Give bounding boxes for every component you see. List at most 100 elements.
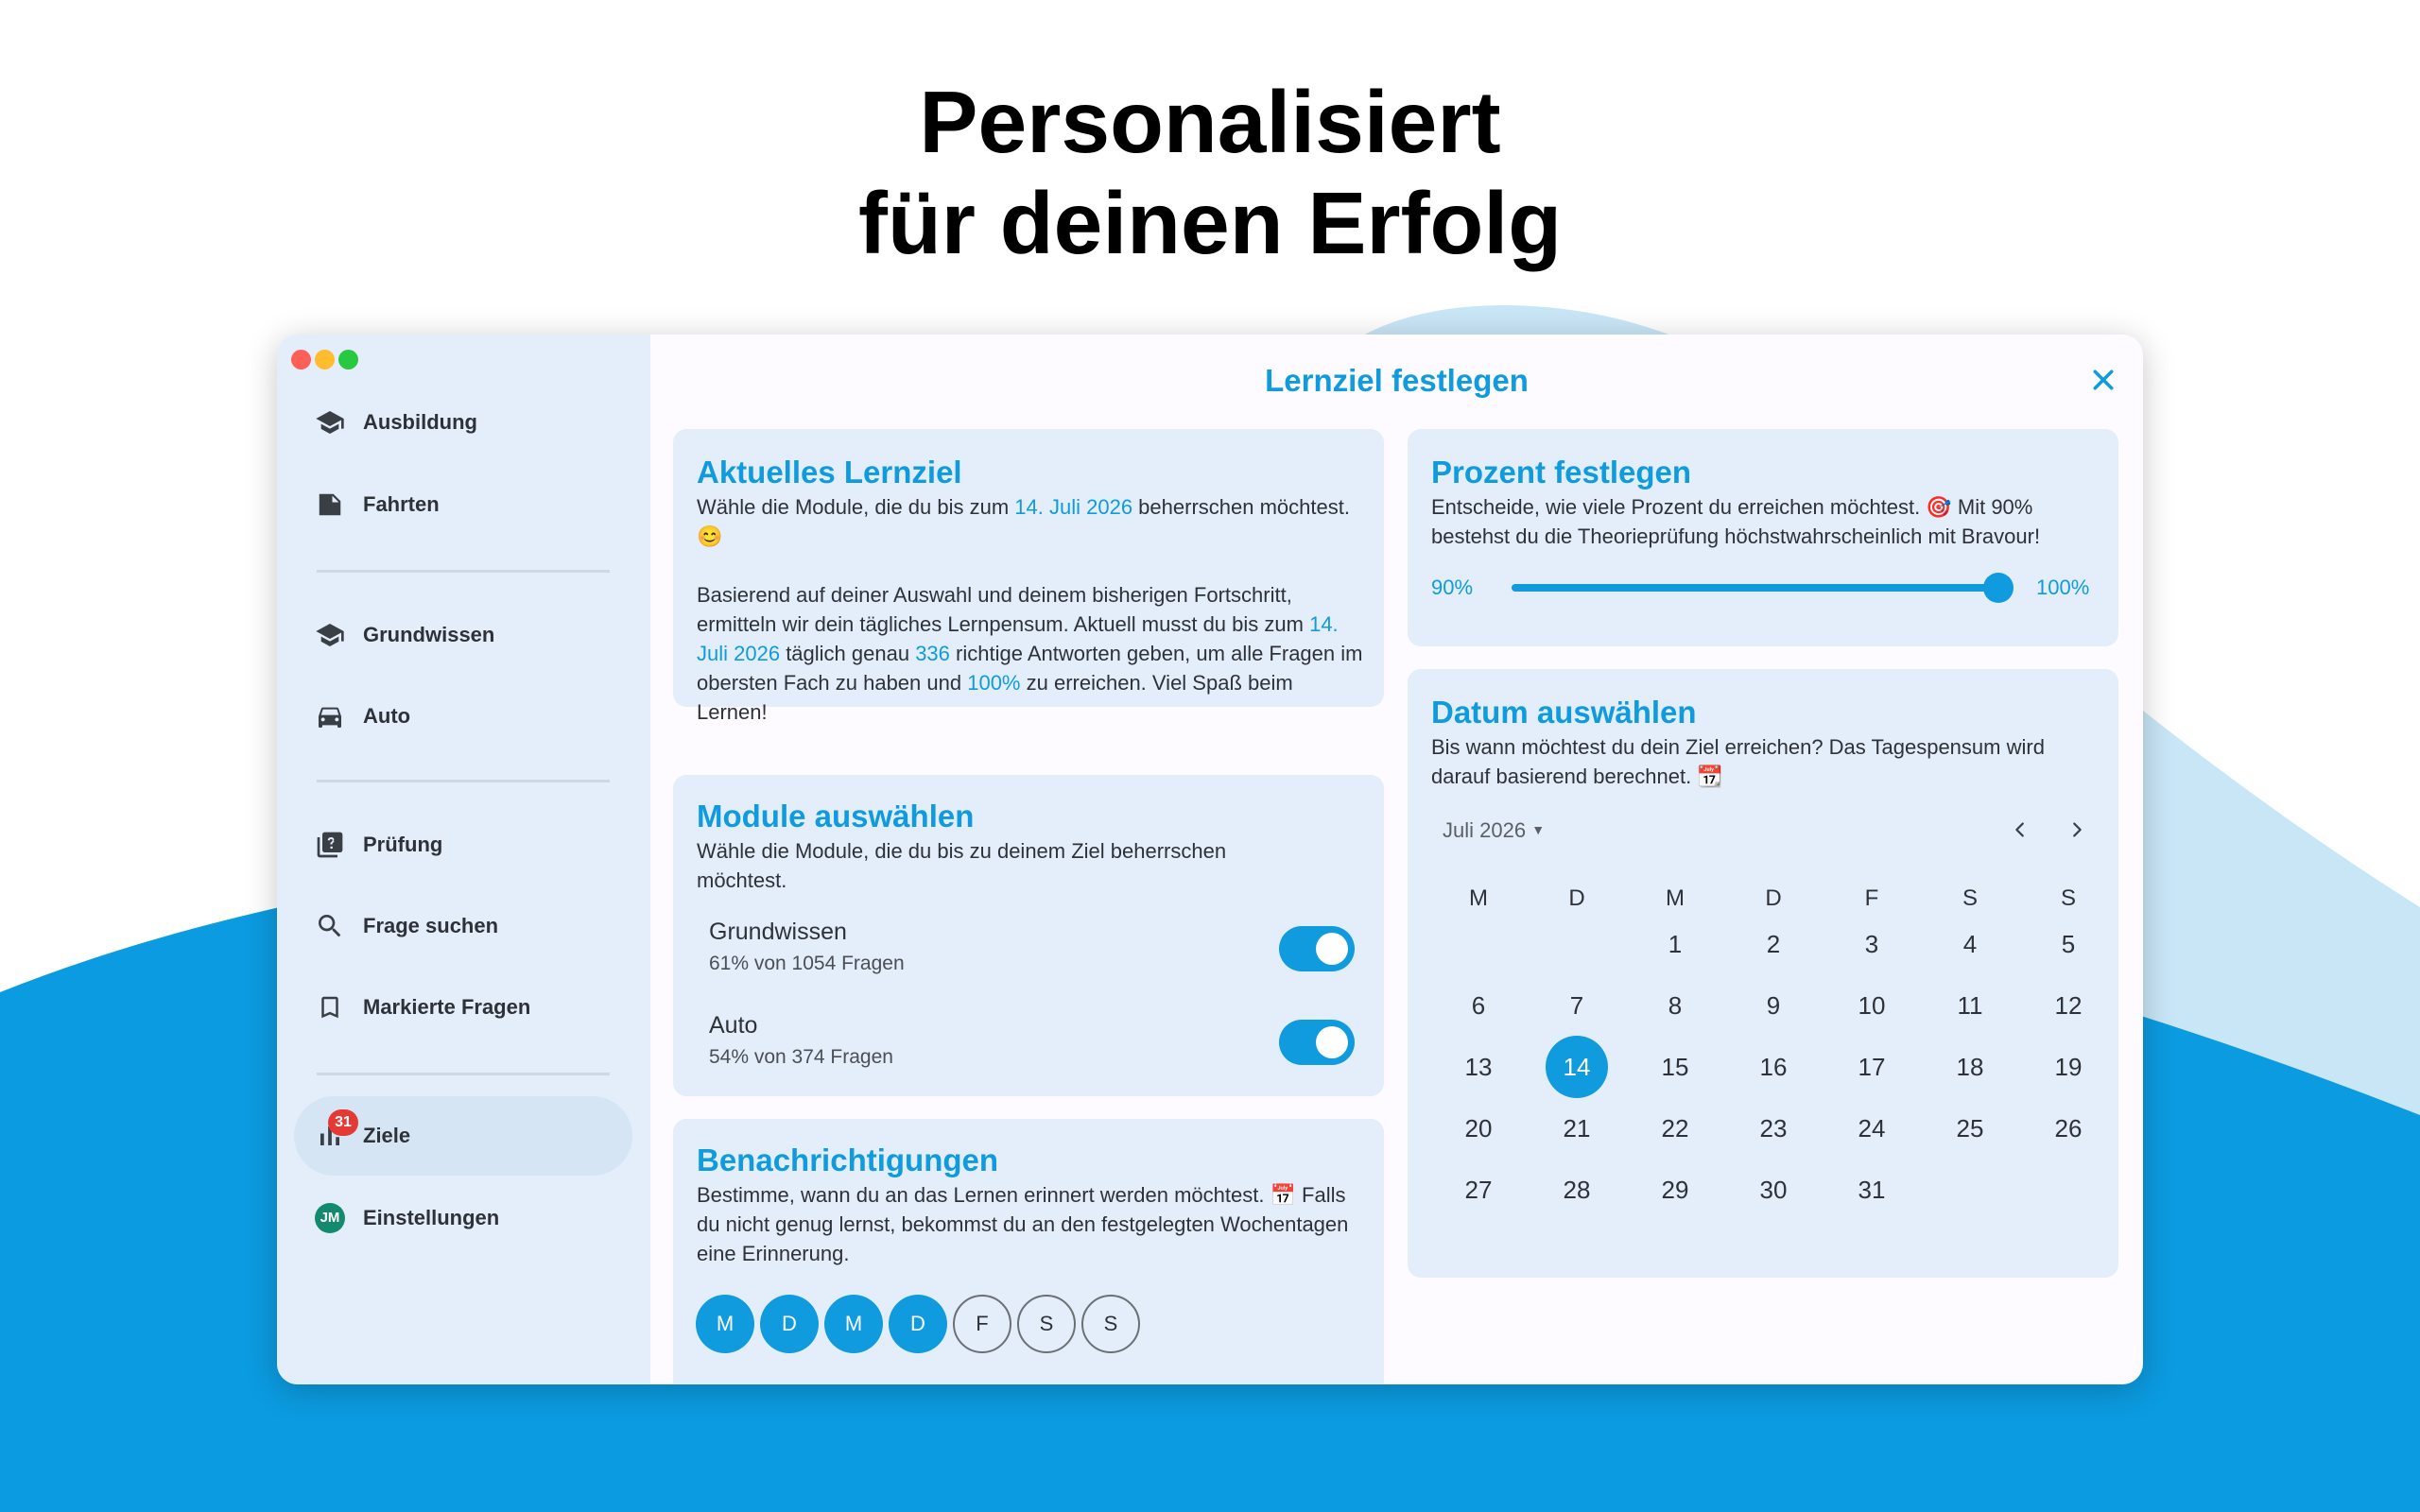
sidebar-item-auto[interactable]: Auto (294, 677, 632, 756)
window-close-dot[interactable] (291, 350, 311, 369)
calendar-day[interactable]: 19 (2037, 1036, 2100, 1098)
reminder-day-4[interactable]: F (953, 1295, 1011, 1353)
calendar-day[interactable]: 13 (1447, 1036, 1510, 1098)
calendar-day[interactable]: 29 (1644, 1159, 1706, 1221)
percent-slider-handle[interactable] (1983, 573, 2014, 603)
calendar-day[interactable]: 20 (1447, 1097, 1510, 1160)
slider-max-label: 100% (2036, 576, 2090, 599)
calendar-day[interactable]: 24 (1841, 1097, 1903, 1160)
calendar-day[interactable]: 31 (1841, 1159, 1903, 1221)
date-description: Bis wann möchtest du dein Ziel erreichen… (1431, 735, 2045, 788)
toggle-knob (1316, 1026, 1348, 1058)
calendar-day[interactable]: 18 (1939, 1036, 2001, 1098)
sidebar-item-label: Fahrten (363, 492, 440, 516)
quiz-icon (315, 830, 345, 860)
sidebar-item-ausbildung[interactable]: Ausbildung (294, 383, 632, 462)
sidebar-item-grundwissen[interactable]: Grundwissen (294, 595, 632, 675)
reminder-day-0[interactable]: M (696, 1295, 754, 1353)
sidebar-item-label: Grundwissen (363, 623, 495, 646)
calendar-day[interactable]: 5 (2037, 913, 2100, 975)
calendar-day[interactable]: 3 (1841, 913, 1903, 975)
calendar-day[interactable]: 30 (1742, 1159, 1805, 1221)
reminder-day-6[interactable]: S (1081, 1295, 1140, 1353)
calendar-weekday-label: F (1864, 885, 1879, 911)
calendar-day[interactable]: 12 (2037, 974, 2100, 1037)
calendar-day[interactable]: 25 (1939, 1097, 2001, 1160)
module-row: Auto 54% von 374 Fragen (709, 1010, 1355, 1076)
module-toggle[interactable] (1279, 1020, 1355, 1065)
calendar-day[interactable]: 21 (1546, 1097, 1608, 1160)
calendar-day[interactable]: 23 (1742, 1097, 1805, 1160)
card-title: Aktuelles Lernziel (697, 455, 962, 490)
reminder-day-5[interactable]: S (1017, 1295, 1076, 1353)
headline-line-2: für deinen Erfolg (858, 174, 1562, 272)
calendar-day[interactable]: 26 (2037, 1097, 2100, 1160)
sidebar-divider (317, 780, 610, 782)
close-button[interactable] (2083, 359, 2124, 401)
avatar: JM (315, 1203, 345, 1233)
current-goal-card: Aktuelles Lernziel Wähle die Module, die… (673, 429, 1384, 724)
calendar-weekday-label: S (2060, 885, 2076, 911)
card-title: Benachrichtigungen (697, 1143, 999, 1177)
caret-down-icon: ▼ (1531, 822, 1546, 837)
reminder-day-1[interactable]: D (760, 1295, 819, 1353)
prev-month-button[interactable] (2001, 811, 2039, 849)
app-window: Ausbildung Fahrten Grundwissen Auto Prüf… (277, 335, 2143, 1384)
sidebar-item-label: Ziele (363, 1124, 411, 1147)
slider-min-label: 90% (1431, 576, 1474, 599)
text-segment: täglich genau (780, 642, 916, 665)
calendar-day[interactable]: 4 (1939, 913, 2001, 975)
calendar-day[interactable]: 10 (1841, 974, 1903, 1037)
sidebar-item-fahrten[interactable]: Fahrten (294, 465, 632, 544)
sidebar-divider (317, 1073, 610, 1075)
window-zoom-dot[interactable] (338, 350, 358, 369)
text-segment: Basierend auf deiner Auswahl und deinem … (697, 583, 1310, 636)
sidebar-item-label: Prüfung (363, 833, 443, 856)
percent-slider-track[interactable] (1512, 584, 1998, 592)
calendar-day[interactable]: 15 (1644, 1036, 1706, 1098)
dialog-title: Lernziel festlegen (1265, 363, 1529, 398)
sidebar-item-ziele[interactable]: 31 Ziele (294, 1096, 632, 1176)
calendar-weekday-label: S (1962, 885, 1978, 911)
percent-card: Prozent festlegen Entscheide, wie viele … (1408, 429, 2118, 646)
calendar-day[interactable]: 28 (1546, 1159, 1608, 1221)
bookmark-icon (315, 992, 345, 1022)
calendar-day[interactable]: 11 (1939, 974, 2001, 1037)
window-minimize-dot[interactable] (315, 350, 335, 369)
calendar-day[interactable]: 1 (1644, 913, 1706, 975)
calendar-day[interactable]: 9 (1742, 974, 1805, 1037)
car-icon (315, 701, 345, 731)
calendar-day[interactable]: 7 (1546, 974, 1608, 1037)
sidebar-item-frage-suchen[interactable]: Frage suchen (294, 886, 632, 966)
graduation-cap-icon (315, 620, 345, 650)
card-title: Prozent festlegen (1431, 455, 1692, 490)
calendar-day[interactable]: 17 (1841, 1036, 1903, 1098)
calendar-weekday-label: M (1469, 885, 1488, 911)
text-segment: Wähle die Module, die du bis zum (697, 495, 1015, 519)
calendar-day-selected[interactable]: 14 (1546, 1036, 1608, 1098)
headline-line-1: Personalisiert (919, 73, 1501, 171)
calendar-day[interactable]: 6 (1447, 974, 1510, 1037)
sidebar: Ausbildung Fahrten Grundwissen Auto Prüf… (277, 335, 650, 1384)
current-goal-intro: Wähle die Module, die du bis zum 14. Jul… (697, 492, 1358, 551)
calendar-day[interactable]: 2 (1742, 913, 1805, 975)
sidebar-item-einstellungen[interactable]: JM Einstellungen (294, 1178, 632, 1258)
calendar-day[interactable]: 16 (1742, 1036, 1805, 1098)
percent-description: Entscheide, wie viele Prozent du erreich… (1431, 495, 2041, 548)
reminder-day-3[interactable]: D (889, 1295, 947, 1353)
sidebar-item-pruefung[interactable]: Prüfung (294, 805, 632, 885)
next-month-button[interactable] (2058, 811, 2096, 849)
modules-card: Module auswählen Wähle die Module, die d… (673, 775, 1384, 1096)
reminder-day-2[interactable]: M (824, 1295, 883, 1353)
card-title: Datum auswählen (1431, 695, 1697, 730)
notifications-description: Bestimme, wann du an das Lernen erinnert… (697, 1183, 1349, 1265)
calendar-day[interactable]: 22 (1644, 1097, 1706, 1160)
notification-badge: 31 (328, 1109, 358, 1136)
module-toggle[interactable] (1279, 926, 1355, 971)
calendar-day[interactable]: 27 (1447, 1159, 1510, 1221)
sidebar-item-markierte-fragen[interactable]: Markierte Fragen (294, 968, 632, 1047)
goal-percent: 100% (967, 671, 1021, 695)
sidebar-item-label: Auto (363, 704, 411, 728)
month-selector[interactable]: Juli 2026 ▼ (1443, 817, 1545, 846)
calendar-day[interactable]: 8 (1644, 974, 1706, 1037)
